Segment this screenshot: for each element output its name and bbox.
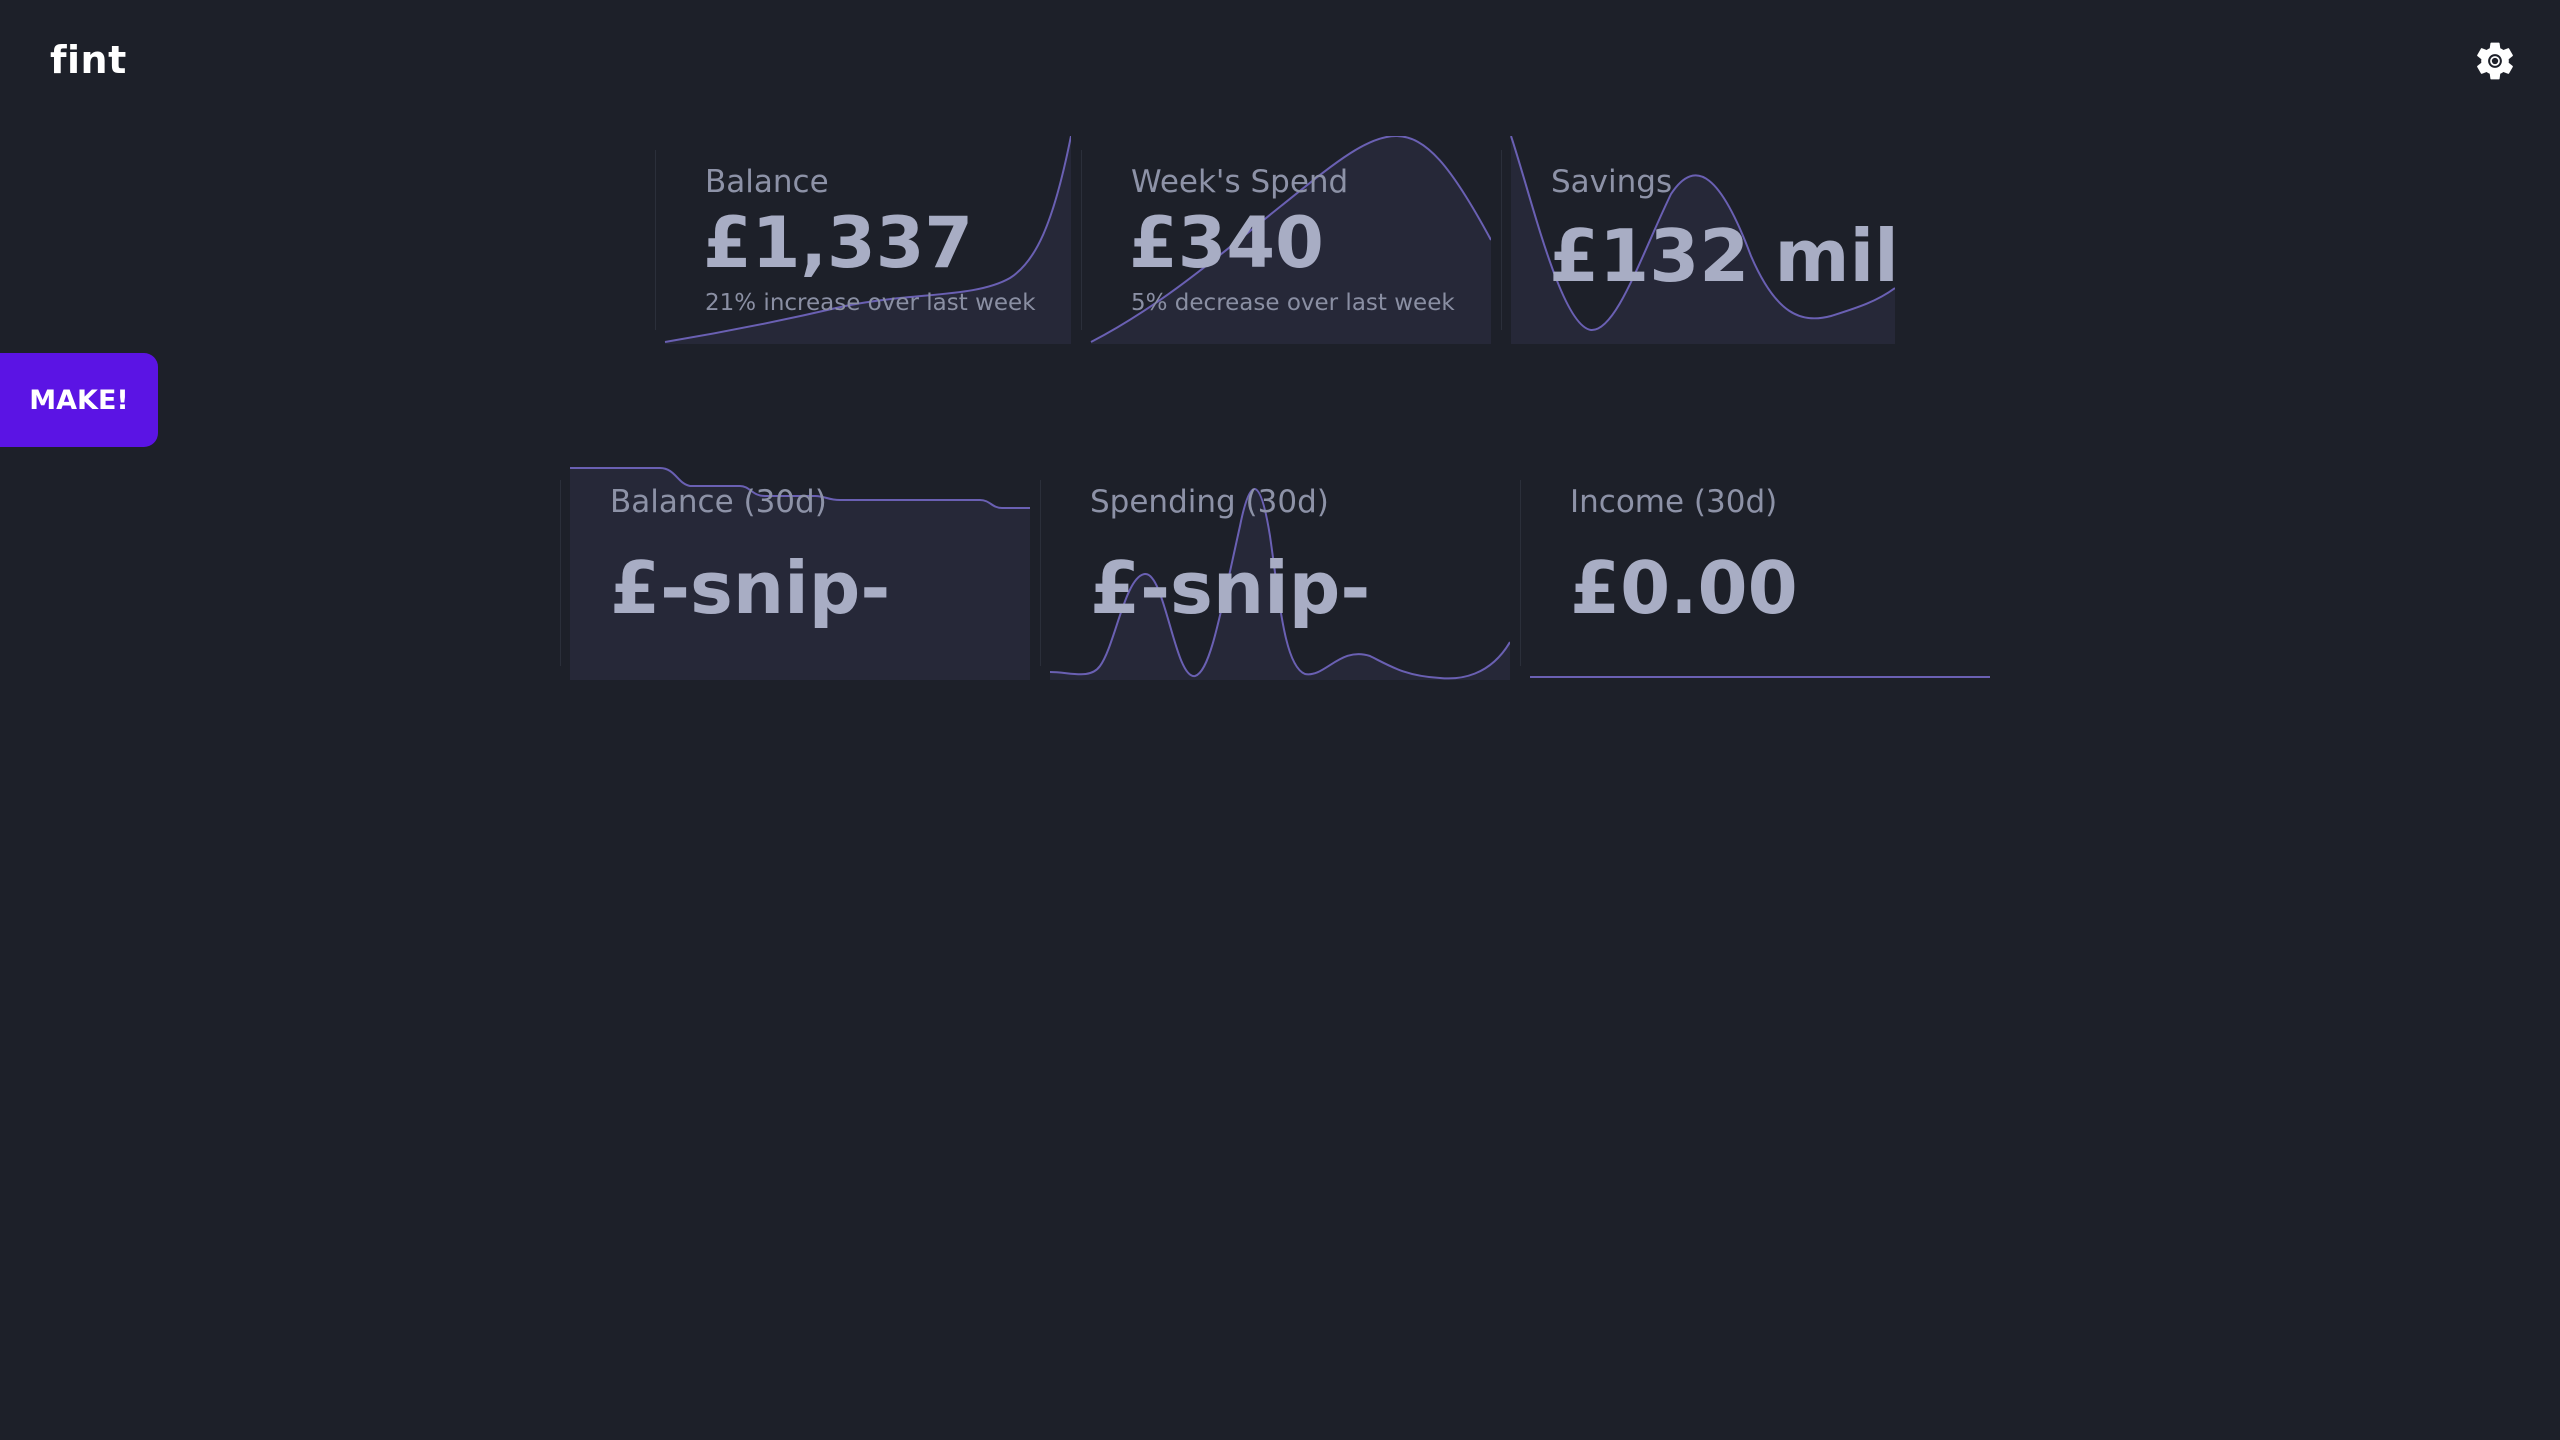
weeks-spend-card: Week's Spend £340 5% decrease over last … <box>1081 136 1491 344</box>
balance-label: Balance <box>705 164 829 200</box>
weeks-spend-label: Week's Spend <box>1131 164 1349 200</box>
savings-card: Savings £132 mil <box>1501 136 1895 344</box>
savings-label: Savings <box>1551 164 1673 200</box>
spending-30d-value: £-snip- <box>1090 546 1371 630</box>
app-logo: fint <box>50 38 127 82</box>
balance-change-note: 21% increase over last week <box>705 290 1036 316</box>
settings-button[interactable] <box>2472 38 2518 84</box>
weeks-spend-value: £340 <box>1129 202 1324 284</box>
income-30d-value: £0.00 <box>1570 546 1798 630</box>
gear-icon <box>2477 42 2513 80</box>
balance-30d-value: £-snip- <box>610 546 891 630</box>
savings-value: £132 mil <box>1549 214 1895 298</box>
income-30d-card: Income (30d) £0.00 <box>1520 466 1990 680</box>
balance-30d-card: Balance (30d) £-snip- <box>560 466 1030 680</box>
make-button[interactable]: MAKE! <box>0 353 158 447</box>
spending-30d-label: Spending (30d) <box>1090 484 1329 520</box>
balance-card: Balance £1,337 21% increase over last we… <box>655 136 1071 344</box>
income-30d-label: Income (30d) <box>1570 484 1778 520</box>
balance-value: £1,337 <box>703 202 974 284</box>
balance-30d-label: Balance (30d) <box>610 484 827 520</box>
weeks-spend-change-note: 5% decrease over last week <box>1131 290 1455 316</box>
spending-30d-card: Spending (30d) £-snip- <box>1040 466 1510 680</box>
